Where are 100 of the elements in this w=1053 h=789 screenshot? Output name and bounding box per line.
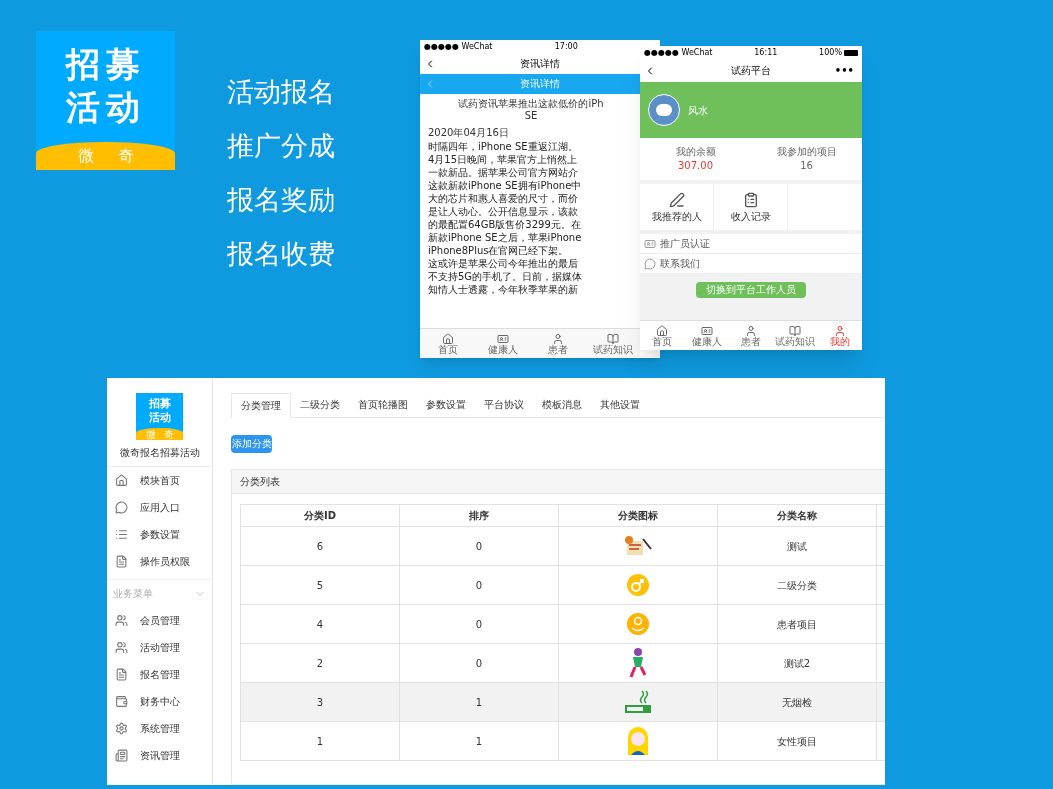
menu-link[interactable]: 推广员认证 bbox=[640, 234, 862, 254]
table-cell: 6 bbox=[240, 526, 400, 566]
logo-brand-text: 微 bbox=[77, 148, 94, 164]
tab[interactable]: 参数设置 bbox=[417, 392, 475, 417]
column-header: 分类名称 bbox=[717, 504, 877, 527]
home-icon bbox=[115, 474, 128, 487]
table-cell: 测试2 bbox=[717, 643, 877, 683]
article-line: 这或许是苹果公司今年推出的最后 bbox=[428, 257, 578, 270]
user-name: 风水 bbox=[688, 103, 708, 118]
nav-title: 资讯详情 bbox=[520, 59, 560, 69]
person-icon bbox=[745, 324, 757, 337]
table-cell: 0 bbox=[399, 565, 559, 605]
table-row[interactable]: 2 0 测试2 bbox=[240, 643, 885, 683]
feature-text: 推广分成 bbox=[227, 129, 335, 163]
article-line: 知情人士透露，今年秋季苹果的新 bbox=[428, 283, 578, 296]
tab-bar-item[interactable]: 试药知识 bbox=[585, 329, 640, 358]
sidebar-item[interactable]: 活动管理 bbox=[107, 634, 212, 661]
tab-bar-item[interactable]: 试药知识 bbox=[773, 321, 818, 350]
article-line: 新款iPhone SE之后，苹果iPhone bbox=[428, 231, 582, 244]
table-row[interactable]: 1 1 女性项目 bbox=[240, 721, 885, 761]
carrier-text: ●●●●● WeChat bbox=[424, 43, 493, 51]
tab[interactable]: 分类管理 bbox=[231, 393, 291, 418]
tab-bar-item[interactable]: 首页 bbox=[640, 321, 685, 350]
tab-bar-item[interactable]: 患者 bbox=[728, 321, 774, 350]
carrier-text: ●●●●● WeChat bbox=[644, 49, 713, 57]
table-row[interactable]: 6 0 测试 bbox=[240, 526, 885, 566]
table-cell: 0 bbox=[399, 643, 559, 683]
shortcut-item[interactable]: 收入记录 bbox=[714, 184, 788, 230]
column-header: 分类ID bbox=[240, 504, 400, 527]
stat-value: 16 bbox=[800, 161, 813, 171]
table-cell: 4 bbox=[240, 604, 400, 644]
panel-title: 分类列表 bbox=[240, 476, 280, 487]
table-cell: 测试 bbox=[717, 526, 877, 566]
stat-label: 我的余额 bbox=[675, 147, 716, 157]
settings-icon bbox=[115, 722, 128, 735]
stat-label: 我参加的项目 bbox=[776, 147, 837, 157]
menu-link[interactable]: 联系我们 bbox=[640, 254, 862, 274]
tab-bar-item[interactable]: 健康人 bbox=[684, 321, 729, 350]
users-icon bbox=[115, 641, 128, 654]
battery-text: 100% bbox=[819, 49, 842, 57]
sidebar-item[interactable]: 系统管理 bbox=[107, 715, 212, 742]
logo-text: 招募 bbox=[148, 397, 171, 411]
sidebar-item[interactable]: 参数设置 bbox=[107, 521, 212, 548]
article-line: 4月15日晚间，苹果官方上悄然上 bbox=[428, 153, 578, 166]
male-sign-icon bbox=[626, 573, 650, 597]
logo-brand-text: 微 bbox=[145, 430, 156, 440]
tab[interactable]: 模板消息 bbox=[533, 392, 591, 417]
article-line: 不支持5G的手机了。日前，据媒体 bbox=[428, 270, 583, 283]
article-line: iPhone8Plus在官网已经下架。 bbox=[428, 244, 569, 257]
sidebar-item[interactable]: 资讯管理 bbox=[107, 742, 212, 769]
sidebar-item[interactable]: 应用入口 bbox=[107, 494, 212, 521]
home-icon bbox=[656, 324, 669, 337]
tab-bar-item[interactable]: 首页 bbox=[420, 329, 475, 358]
book-icon bbox=[606, 332, 619, 345]
book-icon bbox=[789, 324, 802, 337]
header-title: 资讯详情 bbox=[520, 79, 560, 89]
feature-text: 活动报名 bbox=[227, 75, 335, 109]
tab[interactable]: 平台协议 bbox=[475, 392, 533, 417]
article-line: 一款新品。据苹果公司官方网站介 bbox=[428, 166, 578, 179]
table-row[interactable]: 4 0 患者项目 bbox=[240, 604, 885, 644]
column-header: 排序 bbox=[399, 504, 559, 527]
chat-icon bbox=[644, 257, 656, 270]
logo-text: 活动 bbox=[65, 85, 146, 128]
sidebar-item[interactable]: 操作员权限 bbox=[107, 548, 212, 575]
table-cell: 1 bbox=[399, 682, 559, 722]
chat-icon bbox=[115, 501, 128, 514]
user-icon bbox=[833, 324, 846, 337]
shortcut-item[interactable]: 我推荐的人 bbox=[640, 184, 714, 230]
app-name: 微奇报名招募活动 bbox=[119, 448, 200, 458]
table-cell: 5 bbox=[240, 565, 400, 605]
table-cell: 3 bbox=[240, 682, 400, 722]
sidebar-item[interactable]: 报名管理 bbox=[107, 661, 212, 688]
table-cell: 无烟检 bbox=[717, 682, 877, 722]
logo-text: 招募 bbox=[65, 43, 146, 86]
tab[interactable]: 首页轮播图 bbox=[349, 392, 417, 417]
notes-icon bbox=[623, 535, 653, 557]
table-row[interactable]: 3 1 无烟检 bbox=[240, 682, 885, 722]
table-cell: 2 bbox=[240, 643, 400, 683]
feature-text: 报名收费 bbox=[227, 237, 335, 271]
card-icon bbox=[644, 237, 656, 250]
tab-bar-item[interactable]: 我的 bbox=[817, 321, 862, 350]
sidebar-item[interactable]: 模块首页 bbox=[107, 467, 212, 494]
table-cell: 1 bbox=[399, 721, 559, 761]
column-header: 分类图标 bbox=[558, 504, 718, 527]
article-line: 这款新款iPhone SE拥有iPhone中 bbox=[428, 179, 582, 192]
tab-bar-item[interactable]: 患者 bbox=[530, 329, 585, 358]
article-line: 大的芯片和惠人喜爱的尺寸，而价 bbox=[428, 192, 578, 205]
article-line: 时隔四年，iPhone SE重返江湖。 bbox=[428, 140, 578, 153]
article-line: 的最配置64GB版售价3299元。在 bbox=[428, 218, 581, 231]
sidebar-item[interactable]: 会员管理 bbox=[107, 607, 212, 634]
tab[interactable]: 二级分类 bbox=[291, 392, 349, 417]
more-menu[interactable]: ••• bbox=[834, 66, 854, 76]
tab[interactable]: 其他设置 bbox=[591, 392, 649, 417]
list-icon bbox=[115, 528, 128, 541]
table-cell: 患者项目 bbox=[717, 604, 877, 644]
sidebar-item[interactable]: 财务中心 bbox=[107, 688, 212, 715]
document-icon bbox=[115, 555, 128, 568]
avatar bbox=[648, 94, 680, 126]
table-row[interactable]: 5 0 二级分类 bbox=[240, 565, 885, 605]
tab-bar-item[interactable]: 健康人 bbox=[475, 329, 530, 358]
